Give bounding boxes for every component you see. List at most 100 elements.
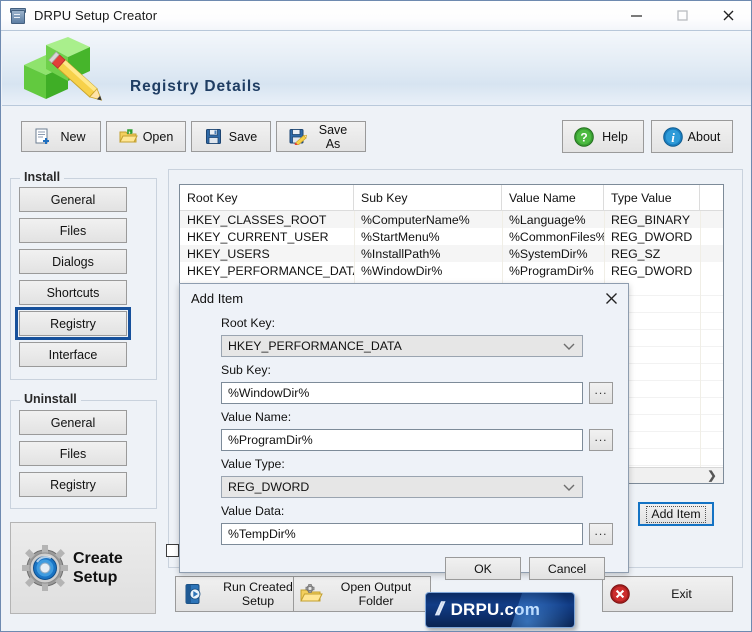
value-name-browse-button[interactable]: ... [589, 429, 613, 451]
value-data-label: Value Data: [221, 504, 285, 518]
logo-slashes-icon: // [433, 599, 444, 620]
value-data-input[interactable]: %TempDir% [221, 523, 583, 545]
cell-root-key: HKEY_CLASSES_ROOT [187, 212, 327, 227]
sidebar-item-shortcuts[interactable]: Shortcuts [19, 280, 127, 305]
open-button-label: Open [142, 129, 174, 144]
cell-type-value: REG_SZ [611, 246, 661, 261]
logo-swoosh [510, 593, 574, 627]
cell-value-name: %Language% [509, 212, 586, 227]
dialog-cancel-button[interactable]: Cancel [529, 557, 605, 580]
column-header-root-key[interactable]: Root Key [180, 185, 354, 210]
about-button[interactable]: i About [651, 120, 733, 153]
cell-type-value: REG_DWORD [611, 229, 693, 244]
application-window: DRPU Setup Creator Registry Details New … [0, 0, 752, 632]
sub-key-label: Sub Key: [221, 363, 271, 377]
save-as-button-label: Save As [318, 122, 348, 151]
value-data-value: %TempDir% [228, 527, 296, 541]
close-icon[interactable] [600, 288, 622, 308]
page-title: Registry Details [130, 78, 262, 95]
sidebar-item-registry-install[interactable]: Registry [15, 307, 131, 340]
create-setup-button[interactable]: Create Setup [10, 522, 156, 614]
root-key-value: HKEY_PERFORMANCE_DATA [228, 339, 402, 353]
open-output-folder-button[interactable]: Open Output Folder [293, 576, 431, 612]
cell-root-key: HKEY_USERS [187, 246, 270, 261]
root-key-select[interactable]: HKEY_PERFORMANCE_DATA [221, 335, 583, 357]
toolbar: New Open Save Save As ? Help i About [1, 107, 751, 163]
chevron-down-icon [563, 477, 575, 497]
create-setup-line1: Create [73, 550, 123, 567]
overwrite-checkbox[interactable] [166, 544, 179, 557]
sub-key-input[interactable]: %WindowDir% [221, 382, 583, 404]
open-output-line1: Open Output [340, 580, 412, 594]
sidebar-item-general-install[interactable]: General [19, 187, 127, 212]
minimize-button[interactable] [613, 1, 659, 30]
open-button[interactable]: Open [106, 121, 186, 152]
sidebar-item-general-uninstall[interactable]: General [19, 410, 127, 435]
chevron-down-icon [563, 336, 575, 356]
value-type-label: Value Type: [221, 457, 285, 471]
value-name-value: %ProgramDir% [228, 433, 313, 447]
close-button[interactable] [705, 1, 751, 30]
window-controls [613, 1, 751, 30]
svg-text:?: ? [580, 130, 587, 144]
sidebar-item-label: Files [59, 446, 87, 461]
drpu-logo: // DRPU.com [425, 592, 575, 628]
sidebar-item-files-uninstall[interactable]: Files [19, 441, 127, 466]
open-output-line2: Folder [358, 594, 394, 608]
header-banner: Registry Details [2, 31, 751, 106]
save-as-button[interactable]: Save As [276, 121, 366, 152]
table-row[interactable]: HKEY_USERS %InstallPath% %SystemDir% REG… [180, 245, 723, 262]
cell-sub-key: %InstallPath% [361, 246, 441, 261]
save-button[interactable]: Save [191, 121, 271, 152]
sidebar-item-label: Registry [50, 316, 96, 331]
add-item-dialog: Add Item Root Key: HKEY_PERFORMANCE_DATA… [179, 283, 629, 580]
floppy-disk-icon [200, 128, 226, 145]
column-header-sub-key[interactable]: Sub Key [354, 185, 502, 210]
sidebar-item-label: Interface [48, 347, 98, 362]
save-button-label: Save [228, 129, 258, 144]
table-row[interactable]: HKEY_CLASSES_ROOT %ComputerName% %Langua… [180, 211, 723, 228]
sidebar-item-label: General [50, 415, 96, 430]
cell-sub-key: %WindowDir% [361, 263, 443, 278]
new-button[interactable]: New [21, 121, 101, 152]
window-title: DRPU Setup Creator [34, 8, 158, 23]
run-setup-line2: Setup [241, 594, 275, 608]
floppy-disk-pencil-icon [285, 128, 311, 145]
cell-sub-key: %ComputerName% [361, 212, 470, 227]
value-name-input[interactable]: %ProgramDir% [221, 429, 583, 451]
exit-button[interactable]: Exit [602, 576, 733, 612]
sub-key-browse-button[interactable]: ... [589, 382, 613, 404]
column-header-type-value[interactable]: Type Value [604, 185, 700, 210]
column-header-spacer [700, 185, 723, 210]
column-header-value-name[interactable]: Value Name [502, 185, 604, 210]
add-item-button[interactable]: Add Item [638, 502, 714, 526]
sidebar-item-interface[interactable]: Interface [19, 342, 127, 367]
sidebar-item-label: General [50, 192, 96, 207]
table-row[interactable]: HKEY_CURRENT_USER %StartMenu% %CommonFil… [180, 228, 723, 245]
red-x-icon [603, 583, 637, 605]
create-setup-label: Create Setup [73, 549, 123, 587]
blue-info-icon: i [660, 126, 686, 148]
table-row[interactable]: HKEY_PERFORMANCE_DATA %WindowDir% %Progr… [180, 262, 723, 279]
sidebar-item-label: Dialogs [52, 254, 94, 269]
column-divider [700, 211, 701, 468]
cell-sub-key: %StartMenu% [361, 229, 440, 244]
sub-key-value: %WindowDir% [228, 386, 310, 400]
maximize-button[interactable] [659, 1, 705, 30]
scroll-right-arrow[interactable]: ❯ [701, 468, 723, 483]
cell-root-key: HKEY_CURRENT_USER [187, 229, 329, 244]
run-setup-icon [176, 583, 210, 605]
open-output-folder-label: Open Output Folder [328, 580, 430, 608]
sidebar-item-files-install[interactable]: Files [19, 218, 127, 243]
cell-root-key: HKEY_PERFORMANCE_DATA [187, 263, 354, 278]
app-icon [9, 7, 26, 24]
svg-text:i: i [671, 129, 675, 144]
dialog-ok-button[interactable]: OK [445, 557, 521, 580]
sidebar-item-dialogs[interactable]: Dialogs [19, 249, 127, 274]
value-type-select[interactable]: REG_DWORD [221, 476, 583, 498]
cell-type-value: REG_BINARY [611, 212, 691, 227]
sidebar-item-label: Shortcuts [46, 285, 100, 300]
value-data-browse-button[interactable]: ... [589, 523, 613, 545]
sidebar-item-registry-uninstall[interactable]: Registry [19, 472, 127, 497]
help-button[interactable]: ? Help [562, 120, 644, 153]
